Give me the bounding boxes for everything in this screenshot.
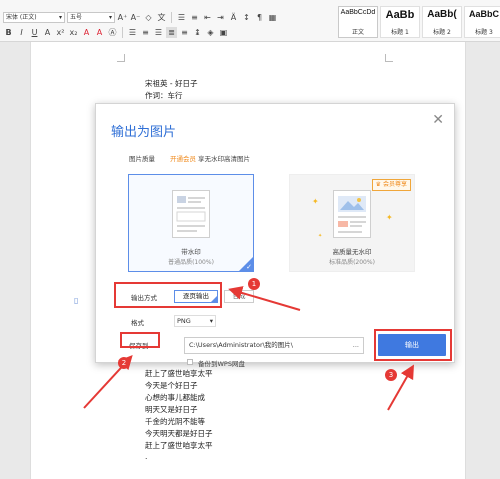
annotation-badge: 3 (385, 369, 397, 381)
annotation-badge: 2 (118, 357, 130, 369)
annotation-arrows (83, 286, 414, 411)
annotation-badge: 1 (248, 278, 260, 290)
